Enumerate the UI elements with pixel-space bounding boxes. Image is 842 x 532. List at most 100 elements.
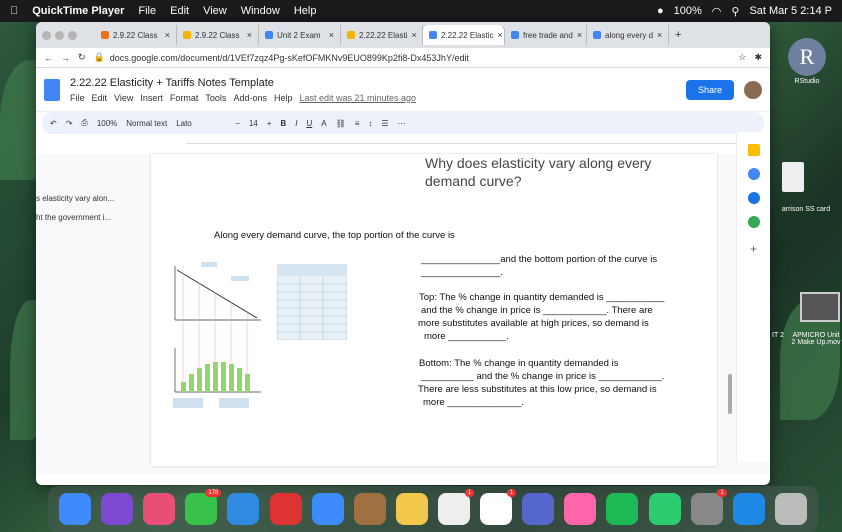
close-tab-icon[interactable]: × [411,30,416,40]
dock-app-icon[interactable] [648,493,681,525]
add-addon-icon[interactable]: + [737,242,770,256]
close-tab-icon[interactable]: × [657,30,662,40]
desktop-label[interactable]: APMICRO Unit 2 Make Up.mov [790,332,842,346]
search-icon[interactable]: ⚲ [731,5,739,18]
link-icon[interactable]: ⛓ [336,119,346,128]
menu-view[interactable]: View [203,5,227,17]
print-icon[interactable]: ⎙ [81,118,87,128]
battery-status[interactable]: 100% [674,5,702,17]
share-button[interactable]: Share [685,79,734,100]
dock-app-icon[interactable] [59,493,92,525]
underline-icon[interactable]: U [306,119,312,128]
dock-app-icon[interactable]: 1 [480,489,517,525]
undo-icon[interactable]: ↶ [50,119,57,128]
menu-window[interactable]: Window [241,5,280,17]
close-tab-icon[interactable]: × [165,30,170,40]
new-tab-icon[interactable]: + [675,29,681,41]
extensions-icon[interactable]: ✱ [754,52,762,63]
menu-edit[interactable]: Edit [170,5,189,17]
docs-menu-addons[interactable]: Add-ons [233,93,267,103]
last-edit-link[interactable]: Last edit was 21 minutes ago [299,93,416,103]
rstudio-icon[interactable]: R [788,38,826,76]
browser-tab[interactable]: 2.22.22 Elastic × [423,25,505,45]
dock-app-icon[interactable] [269,493,302,525]
menu-file[interactable]: File [138,5,156,17]
text-color-icon[interactable]: A [321,119,326,128]
window-controls[interactable] [42,30,77,40]
url-field[interactable]: 🔒 docs.google.com/document/d/1VEf7zqz4Pg-… [94,50,731,66]
user-avatar[interactable] [744,80,762,99]
dock-app-icon[interactable] [311,493,344,525]
desktop-label[interactable]: RStudio [782,78,832,85]
document-title[interactable]: 2.22.22 Elasticity + Tariffs Notes Templ… [70,77,416,89]
reload-icon[interactable]: ↻ [78,52,86,63]
apple-icon[interactable]:  [10,5,18,17]
forward-icon[interactable]: → [61,53,70,63]
close-tab-icon[interactable]: × [497,30,502,40]
wifi-icon[interactable]: ◠ [712,5,722,18]
bookmark-star-icon[interactable]: ☆ [738,52,746,63]
contacts-icon[interactable] [747,192,760,204]
zoom-select[interactable]: 100% [97,119,117,128]
line-spacing-icon[interactable]: ↕ [368,119,372,128]
dock-app-icon[interactable] [395,493,428,525]
browser-tab[interactable]: free trade and × [505,25,587,45]
close-tab-icon[interactable]: × [577,30,582,40]
maps-icon[interactable] [747,216,760,228]
dock-app-icon[interactable] [143,493,176,525]
dock-app-icon[interactable] [522,493,555,525]
desktop-label[interactable]: IT 2 [772,332,784,339]
browser-tab[interactable]: Unit 2 Exam × [259,25,341,45]
dock-app-icon[interactable] [606,493,639,525]
font-size-decrease[interactable]: − [235,119,240,128]
dock-app-icon[interactable]: 1 [690,489,727,525]
browser-tab[interactable]: 2.22.22 Elasti × [341,25,423,45]
font-size-increase[interactable]: + [267,119,272,128]
back-icon[interactable]: ← [44,53,53,63]
list-icon[interactable]: ☰ [381,119,388,128]
font-select[interactable]: Lato [176,119,226,128]
dock-app-icon[interactable] [227,493,260,525]
docs-menu-format[interactable]: Format [170,93,199,103]
outline-item[interactable]: ht the government i... [36,213,146,222]
desktop-label[interactable]: arrison SS card [770,206,842,213]
docs-menu-tools[interactable]: Tools [205,93,226,103]
dock-app-icon[interactable] [774,493,807,525]
align-icon[interactable]: ≡ [355,119,360,128]
docs-logo-icon[interactable] [44,78,60,101]
italic-icon[interactable]: I [295,119,297,128]
app-name[interactable]: QuickTime Player [32,5,124,17]
docs-menu-insert[interactable]: Insert [140,93,163,103]
browser-tab[interactable]: along every d × [587,25,669,45]
docs-menu-file[interactable]: File [70,93,85,103]
ruler[interactable] [186,134,752,144]
browser-tab[interactable]: 2.9.22 Class × [177,25,259,45]
scrollbar[interactable] [728,374,732,414]
close-tab-icon[interactable]: × [329,30,334,40]
more-icon[interactable]: ⋯ [398,119,406,128]
dock-app-icon[interactable]: 1 [438,489,475,525]
tasks-icon[interactable] [747,168,760,180]
pdf-file-icon[interactable] [782,162,804,192]
docs-menu-view[interactable]: View [114,93,133,103]
font-size-input[interactable]: 14 [249,119,258,128]
clock[interactable]: Sat Mar 5 2:14 P [749,5,832,17]
dock-app-icon[interactable]: 178 [185,489,222,525]
document-page[interactable]: Why does elasticity vary along every dem… [151,154,717,466]
outline-item[interactable]: s elasticity vary alon... [36,194,146,203]
dock-app-icon[interactable] [732,493,765,525]
menu-help[interactable]: Help [294,5,317,17]
keep-icon[interactable] [747,144,760,156]
redo-icon[interactable]: ↷ [66,119,73,128]
style-select[interactable]: Normal text [126,119,167,128]
close-tab-icon[interactable]: × [247,30,252,40]
docs-menu-help[interactable]: Help [274,93,293,103]
dock-app-icon[interactable] [564,493,597,525]
video-file-icon[interactable] [800,292,840,322]
record-icon[interactable]: ● [657,5,664,17]
browser-tab[interactable]: 2.9.22 Class × [95,25,177,45]
bold-icon[interactable]: B [280,119,286,128]
dock-app-icon[interactable] [353,493,386,525]
docs-menu-edit[interactable]: Edit [92,93,108,103]
dock-app-icon[interactable] [101,493,134,525]
